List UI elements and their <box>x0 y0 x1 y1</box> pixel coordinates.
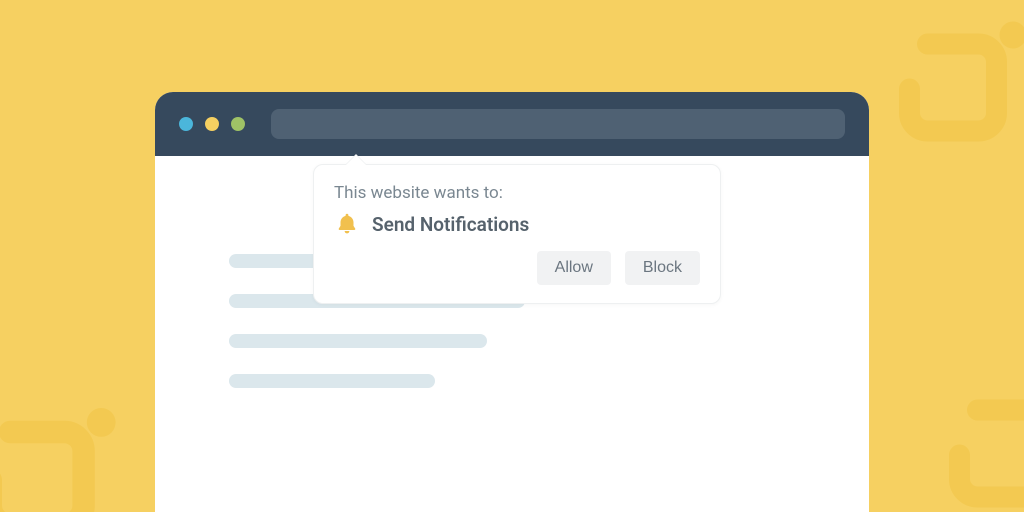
popup-permission-label: Send Notifications <box>372 213 529 236</box>
permission-popup: This website wants to: Send Notification… <box>313 164 721 304</box>
window-dot-close[interactable] <box>179 117 193 131</box>
block-button[interactable]: Block <box>625 251 700 285</box>
bg-shape <box>940 380 1024 512</box>
bg-shape <box>0 400 130 512</box>
address-bar[interactable] <box>271 109 845 139</box>
text-placeholder <box>229 334 487 348</box>
allow-button[interactable]: Allow <box>537 251 611 285</box>
bell-icon <box>334 211 360 237</box>
window-dot-minimize[interactable] <box>205 117 219 131</box>
page-content: This website wants to: Send Notification… <box>155 156 869 388</box>
browser-window: This website wants to: Send Notification… <box>155 92 869 512</box>
window-dot-zoom[interactable] <box>231 117 245 131</box>
popup-actions: Allow Block <box>334 251 700 285</box>
text-placeholder <box>229 374 435 388</box>
browser-titlebar <box>155 92 869 156</box>
bg-shape <box>890 14 1024 164</box>
popup-title: This website wants to: <box>334 183 700 203</box>
